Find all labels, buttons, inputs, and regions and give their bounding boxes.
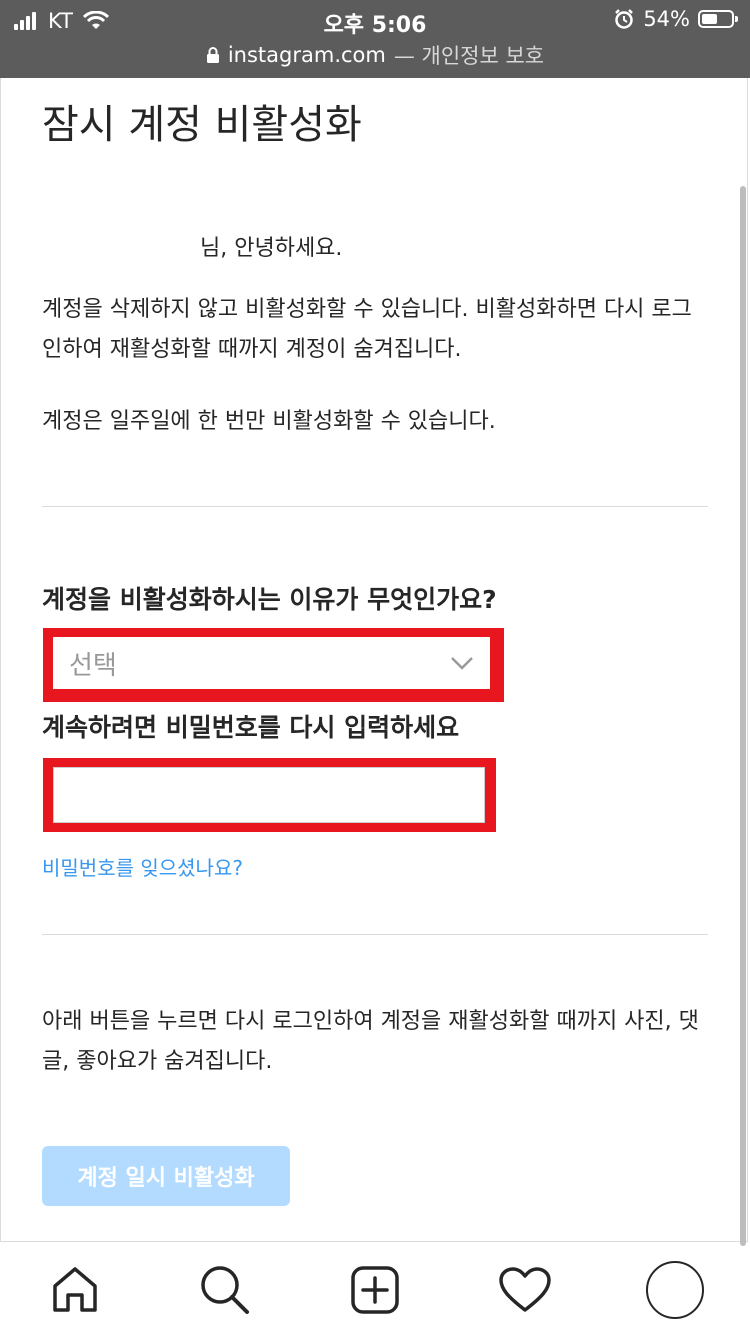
password-input[interactable] — [53, 767, 485, 823]
reason-select-highlight: 선택 — [43, 628, 504, 702]
url-bar[interactable]: instagram.com — 개인정보 보호 — [0, 40, 750, 70]
greeting-text: 님, 안녕하세요. — [200, 236, 343, 261]
search-icon — [201, 1266, 249, 1314]
alarm-icon — [615, 9, 634, 29]
limit-paragraph: 계정은 일주일에 한 번만 비활성화할 수 있습니다. — [42, 409, 496, 434]
tab-new-post[interactable] — [343, 1258, 407, 1322]
divider-bottom — [42, 934, 708, 935]
reason-select[interactable]: 선택 — [53, 637, 490, 689]
status-right: 54% — [613, 7, 738, 31]
home-icon — [53, 1267, 97, 1312]
battery-percent: 54% — [643, 7, 690, 31]
url-domain: instagram.com — [227, 43, 386, 67]
lock-icon — [206, 47, 219, 63]
tab-search[interactable] — [193, 1258, 257, 1322]
reason-label: 계정을 비활성화하시는 이유가 무엇인가요? — [42, 585, 497, 614]
activity-heart-icon — [499, 1267, 551, 1312]
page-title: 잠시 계정 비활성화 — [42, 102, 362, 148]
chevron-down-icon — [451, 657, 473, 670]
footer-note: 아래 버튼을 누르면 다시 로그인하여 계정을 재활성화할 때까지 사진, 댓글… — [42, 1009, 699, 1074]
bottom-tab-bar — [0, 1246, 750, 1334]
battery-icon — [698, 10, 738, 28]
profile-avatar — [646, 1261, 704, 1319]
password-label: 계속하려면 비밀번호를 다시 입력하세요 — [42, 713, 460, 742]
tab-profile[interactable] — [643, 1258, 707, 1322]
password-field-highlight — [43, 758, 496, 832]
reason-select-value: 선택 — [69, 650, 117, 681]
description-paragraph: 계정을 삭제하지 않고 비활성화할 수 있습니다. 비활성화하면 다시 로그인하… — [42, 297, 692, 362]
tab-activity[interactable] — [493, 1258, 557, 1322]
forgot-password-link[interactable]: 비밀번호를 잊으셨나요? — [42, 852, 243, 881]
divider-top — [42, 506, 708, 507]
tab-home[interactable] — [43, 1258, 107, 1322]
deactivate-button[interactable]: 계정 일시 비활성화 — [42, 1146, 290, 1206]
new-post-icon — [351, 1266, 399, 1314]
scrollbar[interactable] — [740, 186, 746, 1246]
status-bar: KT 오후 5:06 54% instagram.com — 개인정보 보호 — [0, 0, 750, 78]
url-privacy-label: — 개인정보 보호 — [393, 44, 545, 68]
